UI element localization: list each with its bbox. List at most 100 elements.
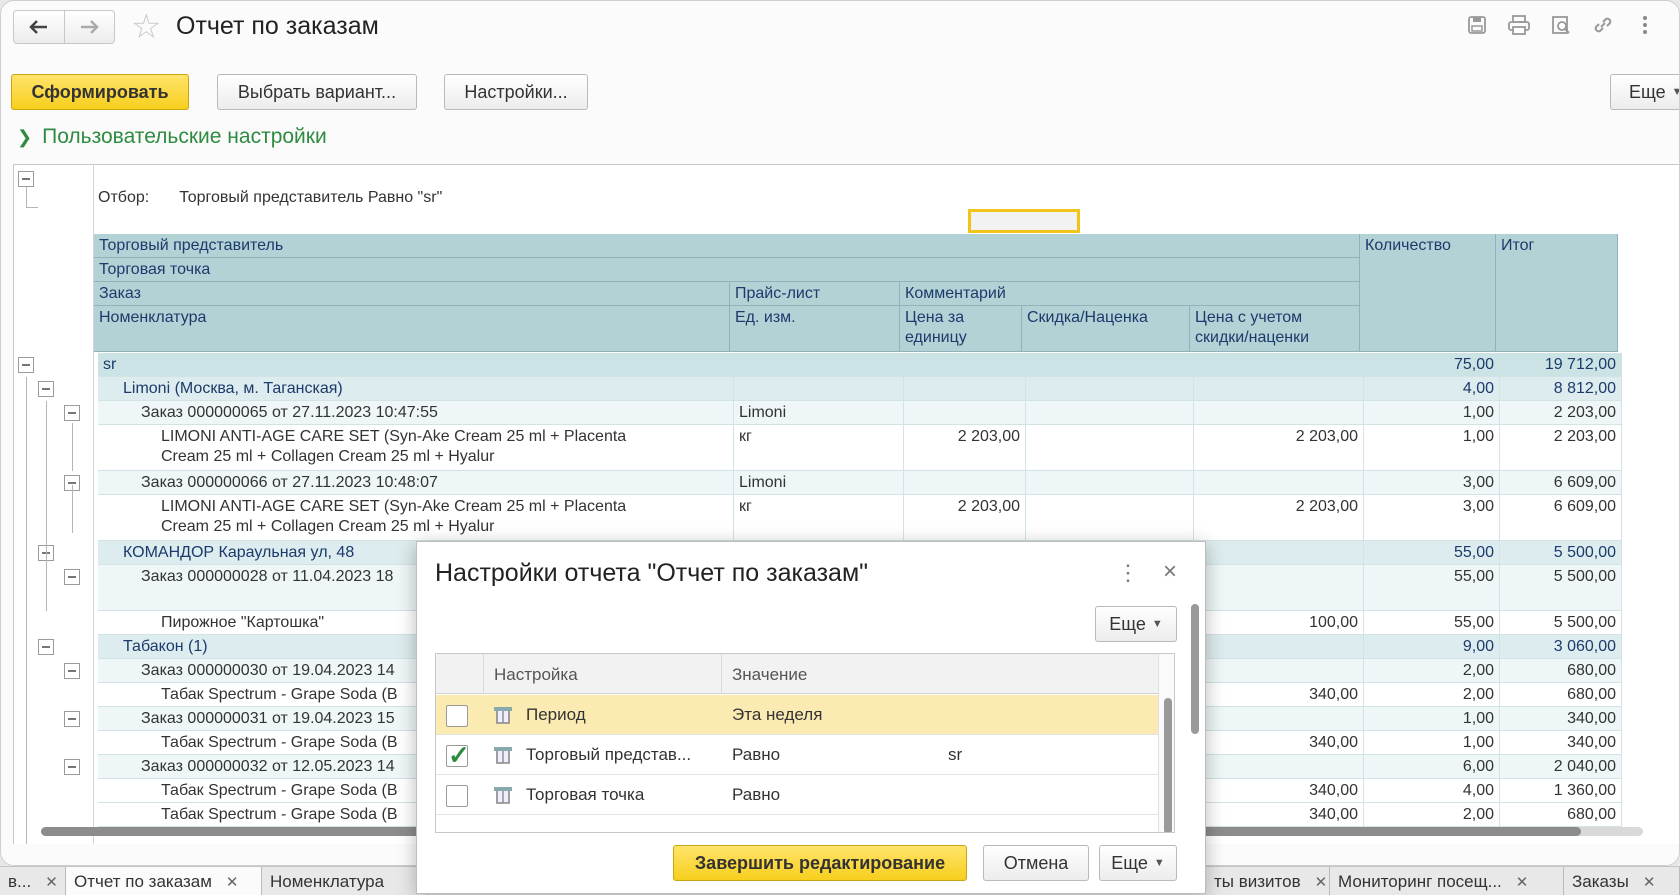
chevron-down-icon: ▼ [1672, 86, 1679, 98]
report-row[interactable]: Заказ 000000066 от 27.11.2023 10:48:07 Li… [98, 471, 1622, 495]
choose-variant-button[interactable]: Выбрать вариант... [217, 74, 417, 110]
row-price-disc [1194, 541, 1364, 565]
collapse-group-icon[interactable] [64, 759, 80, 775]
row-price: 2 203,00 [904, 425, 1026, 471]
report-row[interactable]: Limoni (Москва, м. Таганская) 4,00 8 812,0… [98, 377, 1622, 401]
close-icon[interactable]: ✕ [1643, 874, 1656, 891]
more-vertical-icon[interactable] [1633, 13, 1657, 37]
tab-monitoring[interactable]: Мониторинг посещ... ✕ [1330, 867, 1564, 895]
report-row[interactable]: LIMONI ANTI-AGE CARE SET (Syn-Ake Cream … [98, 495, 1622, 541]
collapse-filter-icon[interactable] [18, 171, 34, 187]
row-qty: 1,00 [1364, 425, 1500, 471]
row-total: 680,00 [1500, 659, 1622, 683]
close-icon[interactable]: ✕ [45, 874, 58, 891]
tab-nomenclature[interactable]: Номенклатура [262, 867, 428, 895]
collapse-group-icon[interactable] [18, 357, 34, 373]
setting-checkbox[interactable] [446, 740, 470, 771]
user-settings-label: Пользовательские настройки [42, 125, 327, 148]
row-total: 6 609,00 [1500, 471, 1622, 495]
row-total: 2 040,00 [1500, 755, 1622, 779]
tab-0[interactable]: в... ✕ [0, 867, 66, 895]
selected-cell[interactable] [968, 209, 1080, 233]
row-price-disc [1194, 471, 1364, 495]
forward-button[interactable] [63, 11, 115, 43]
row-discount [1026, 425, 1194, 471]
favorite-star-icon[interactable]: ☆ [131, 9, 161, 45]
collapse-group-icon[interactable] [64, 663, 80, 679]
arrow-right-icon [81, 20, 100, 34]
row-qty: 1,00 [1364, 731, 1500, 755]
dialog-scrollbar[interactable] [1191, 604, 1199, 734]
close-icon[interactable]: ✕ [226, 874, 239, 891]
filter-line: Отбор: Торговый представитель Равно "sr" [98, 189, 442, 207]
setting-checkbox[interactable] [446, 785, 468, 807]
row-total: 3 060,00 [1500, 635, 1622, 659]
row-price-disc [1194, 635, 1364, 659]
row-pricelist [734, 377, 904, 401]
report-row[interactable]: Заказ 000000065 от 27.11.2023 10:47:55 Li… [98, 401, 1622, 425]
collapse-group-icon[interactable] [38, 639, 54, 655]
chevron-right-icon: ❯ [17, 126, 33, 147]
row-price-disc: 340,00 [1194, 683, 1364, 707]
link-icon[interactable] [1591, 13, 1615, 37]
back-button[interactable] [14, 11, 64, 43]
more-vertical-icon[interactable]: ⋮ [1117, 560, 1139, 586]
tab-report-orders[interactable]: Отчет по заказам ✕ [66, 867, 262, 895]
setting-checkbox[interactable] [446, 705, 468, 727]
dialog-footer-more-button[interactable]: Еще ▼ [1099, 845, 1177, 881]
row-price [904, 471, 1026, 495]
row-total: 2 203,00 [1500, 425, 1622, 471]
cancel-button[interactable]: Отмена [983, 845, 1089, 881]
setting-value[interactable]: sr [948, 745, 962, 765]
report-row[interactable]: sr 75,00 19 712,00 [98, 353, 1622, 377]
row-qty: 1,00 [1364, 707, 1500, 731]
col-price-with-discount: Цена с учетом скидки/наценки [1190, 306, 1360, 352]
report-row[interactable]: LIMONI ANTI-AGE CARE SET (Syn-Ake Cream … [98, 425, 1622, 471]
print-icon[interactable] [1507, 13, 1531, 37]
save-icon[interactable] [1465, 13, 1489, 37]
dialog-title: Настройки отчета "Отчет по заказам" [435, 559, 869, 587]
settings-row[interactable]: Торговая точка Равно [436, 775, 1158, 815]
row-total: 5 500,00 [1500, 565, 1622, 611]
row-qty: 1,00 [1364, 401, 1500, 425]
close-icon[interactable]: ✕ [1315, 874, 1328, 891]
filter-field-icon [494, 747, 512, 764]
dialog-more-button[interactable]: Еще ▼ [1095, 606, 1177, 642]
preview-icon[interactable] [1549, 13, 1573, 37]
collapse-group-icon[interactable] [64, 405, 80, 421]
collapse-group-icon[interactable] [38, 381, 54, 397]
col-price-list: Прайс-лист [730, 282, 900, 306]
row-discount [1026, 377, 1194, 401]
more-button[interactable]: Еще ▼ [1610, 74, 1679, 110]
page-title: Отчет по заказам [176, 12, 379, 40]
settings-button[interactable]: Настройки... [444, 74, 588, 110]
chevron-down-icon: ▼ [1151, 618, 1163, 630]
filter-label: Отбор: [98, 189, 150, 206]
setting-condition: Равно [732, 785, 781, 804]
row-total: 680,00 [1500, 683, 1622, 707]
setting-name: Торговый представ... [526, 745, 692, 764]
finish-editing-button[interactable]: Завершить редактирование [673, 845, 967, 881]
filter-field-icon [494, 787, 512, 804]
row-price-disc: 100,00 [1194, 611, 1364, 635]
row-qty: 55,00 [1364, 565, 1500, 611]
tab-orders[interactable]: Заказы ✕ [1564, 867, 1680, 895]
row-price-disc: 340,00 [1194, 731, 1364, 755]
collapse-group-icon[interactable] [64, 569, 80, 585]
row-qty: 55,00 [1364, 611, 1500, 635]
tab-visits[interactable]: ты визитов ✕ [1206, 867, 1330, 895]
settings-row[interactable]: Период Эта неделя [436, 695, 1158, 735]
col-discount: Скидка/Наценка [1022, 306, 1190, 352]
user-settings-toggle[interactable]: ❯ Пользовательские настройки [17, 125, 327, 149]
collapse-group-icon[interactable] [64, 711, 80, 727]
close-icon[interactable]: ✕ [1516, 874, 1529, 891]
settings-row[interactable]: Торговый представ... Равно sr [436, 735, 1158, 775]
setting-name: Период [526, 705, 586, 724]
col-unit: Ед. изм. [730, 306, 900, 352]
grid-scrollbar[interactable] [1158, 654, 1174, 832]
row-price-disc [1194, 353, 1364, 377]
close-icon[interactable]: × [1163, 558, 1177, 586]
generate-button[interactable]: Сформировать [11, 74, 189, 110]
arrow-left-icon [28, 20, 47, 34]
col-setting: Настройка [484, 654, 722, 694]
